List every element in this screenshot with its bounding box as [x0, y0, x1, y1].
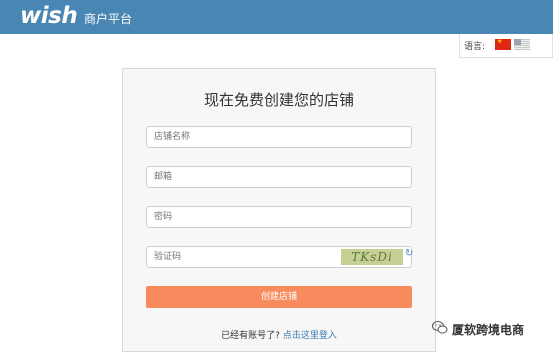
wechat-icon	[432, 321, 448, 334]
language-label: 语言:	[464, 42, 486, 52]
login-prompt-row: 已经有账号了? 点击这里登入	[123, 328, 435, 341]
watermark-text: 厦软跨境电商	[452, 323, 525, 337]
signup-title: 现在免费创建您的店铺	[203, 91, 354, 109]
captcha-image: TKsDi	[341, 249, 403, 265]
login-prompt-text: 已经有账号了?	[221, 331, 280, 341]
password-input[interactable]	[146, 206, 412, 228]
store-name-input[interactable]	[146, 126, 412, 148]
refresh-icon[interactable]: ↻	[405, 248, 413, 259]
platform-title: 商户平台	[84, 12, 133, 26]
create-store-button[interactable]: 创建店铺	[146, 286, 412, 308]
email-input[interactable]	[146, 166, 412, 188]
top-header-bar: wish 商户平台	[0, 0, 553, 34]
language-selector: 语言: ★	[459, 34, 553, 58]
signup-panel: 现在免费创建您的店铺 TKsDi ↻ 创建店铺 已经有账号了? 点击这里登入	[122, 68, 436, 352]
us-flag-icon[interactable]	[514, 39, 530, 50]
wish-logo[interactable]: wish	[20, 3, 78, 29]
cn-flag-icon[interactable]: ★	[495, 39, 511, 50]
login-link[interactable]: 点击这里登入	[283, 331, 337, 341]
captcha-code: TKsDi	[351, 250, 393, 264]
